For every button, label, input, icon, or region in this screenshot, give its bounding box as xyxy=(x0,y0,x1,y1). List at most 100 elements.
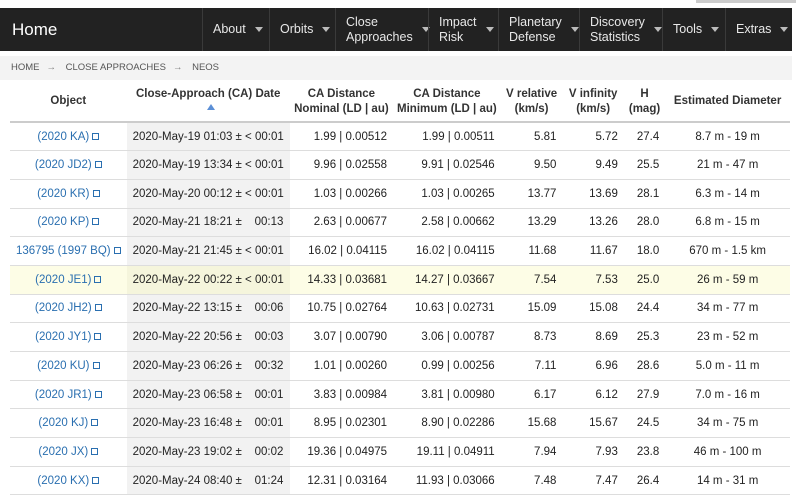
external-link-icon[interactable] xyxy=(92,132,100,140)
nav-extras-label: Extras xyxy=(736,22,772,36)
ca-nominal-cell: 1.99 | 0.00512 xyxy=(289,122,394,152)
v-relative-cell: 7.48 xyxy=(500,466,563,496)
diameter-cell: 5.0 m - 11 m xyxy=(665,351,790,381)
header-h[interactable]: H (mag) xyxy=(623,82,666,123)
external-link-icon[interactable] xyxy=(113,247,121,255)
breadcrumb-home[interactable]: HOME xyxy=(11,62,40,73)
ca-nominal-cell: 9.96 | 0.02558 xyxy=(289,150,394,180)
caret-down-icon xyxy=(780,27,789,32)
v-infinity-cell: 15.08 xyxy=(562,294,624,324)
home-link[interactable]: Home xyxy=(12,20,57,40)
h-mag-cell: 25.5 xyxy=(623,150,666,180)
object-link[interactable]: (2020 JE1) xyxy=(35,274,91,286)
object-link[interactable]: 136795 (1997 BQ) xyxy=(16,245,111,257)
object-link[interactable]: (2020 KR) xyxy=(37,188,89,200)
ca-minimum-cell: 9.91 | 0.02546 xyxy=(393,150,501,180)
h-mag-cell: 25.0 xyxy=(623,265,666,295)
ca-date-cell: 2020-May-22 13:15 ± 00:06 xyxy=(126,294,290,324)
object-cell: (2020 KP) xyxy=(10,208,127,238)
h-mag-cell: 28.0 xyxy=(623,208,666,238)
header-vinf[interactable]: V infinity (km/s) xyxy=(562,82,624,123)
object-link[interactable]: (2020 KX) xyxy=(37,475,89,487)
object-link[interactable]: (2020 JR1) xyxy=(35,389,92,401)
header-minimum[interactable]: CA Distance Minimum (LD | au) xyxy=(393,82,501,123)
ca-minimum-cell: 14.27 | 0.03667 xyxy=(393,265,501,295)
object-link[interactable]: (2020 KU) xyxy=(37,360,89,372)
caret-down-icon xyxy=(570,27,579,32)
nav-impact-risk[interactable]: Impact Risk xyxy=(428,8,498,51)
breadcrumb: HOME → CLOSE APPROACHES → NEOS xyxy=(0,56,792,80)
breadcrumb-arrow-icon: → xyxy=(46,62,57,73)
ca-minimum-cell: 11.93 | 0.03066 xyxy=(393,466,501,496)
table-row: (2020 KA) 2020-May-19 01:03 ± < 00:01 1.99… xyxy=(10,122,790,152)
nav-tools[interactable]: Tools xyxy=(662,8,725,51)
ca-date-cell: 2020-May-19 01:03 ± < 00:01 xyxy=(126,122,290,152)
v-relative-cell: 5.81 xyxy=(500,122,563,152)
ca-date-cell: 2020-May-24 08:40 ± 01:24 xyxy=(126,466,290,496)
h-mag-cell: 26.4 xyxy=(623,466,666,496)
breadcrumb-close-approaches[interactable]: CLOSE APPROACHES xyxy=(66,62,166,73)
header-diameter[interactable]: Estimated Diameter xyxy=(665,82,790,123)
diameter-cell: 670 m - 1.5 km xyxy=(665,236,790,266)
v-relative-cell: 15.09 xyxy=(500,294,563,324)
header-vrel[interactable]: V relative (km/s) xyxy=(500,82,563,123)
table-row: (2020 KJ) 2020-May-23 16:48 ± 00:01 8.95 |… xyxy=(10,408,790,439)
v-relative-cell: 8.73 xyxy=(500,322,563,352)
ca-date-cell: 2020-May-20 00:12 ± < 00:01 xyxy=(126,179,290,209)
diameter-cell: 6.3 m - 14 m xyxy=(665,179,790,209)
external-link-icon[interactable] xyxy=(94,161,102,169)
caret-down-icon xyxy=(485,27,494,32)
header-object[interactable]: Object xyxy=(10,82,127,123)
header-date[interactable]: Close-Approach (CA) Date xyxy=(126,82,290,123)
diameter-cell: 6.8 m - 15 m xyxy=(665,208,790,238)
external-link-icon[interactable] xyxy=(92,189,100,197)
external-link-icon[interactable] xyxy=(91,447,99,455)
ca-date-cell: 2020-May-22 20:56 ± 00:03 xyxy=(126,322,290,352)
object-cell: (2020 KR) xyxy=(10,179,127,209)
v-infinity-cell: 13.26 xyxy=(562,208,624,238)
nav-discovery-statistics[interactable]: Discovery Statistics xyxy=(579,8,662,51)
header-nominal[interactable]: CA Distance Nominal (LD | au) xyxy=(289,82,394,123)
table-row: (2020 JD2) 2020-May-19 13:34 ± < 00:01 9.9… xyxy=(10,150,790,180)
object-link[interactable]: (2020 JD2) xyxy=(35,159,92,171)
nav-orbits[interactable]: Orbits xyxy=(269,8,335,51)
ca-minimum-cell: 8.90 | 0.02286 xyxy=(393,408,501,439)
object-cell: (2020 KA) xyxy=(10,122,127,152)
v-infinity-cell: 7.53 xyxy=(562,265,624,295)
table-row: (2020 KU) 2020-May-23 06:26 ± 00:32 1.01 |… xyxy=(10,351,790,381)
v-infinity-cell: 13.69 xyxy=(562,179,624,209)
nav-extras[interactable]: Extras xyxy=(725,8,792,51)
object-cell: (2020 JY1) xyxy=(10,322,127,352)
object-link[interactable]: (2020 KJ) xyxy=(38,417,88,429)
h-mag-cell: 27.4 xyxy=(623,122,666,152)
h-mag-cell: 23.8 xyxy=(623,437,666,467)
v-infinity-cell: 15.67 xyxy=(562,408,624,439)
v-relative-cell: 15.68 xyxy=(500,408,563,439)
external-link-icon[interactable] xyxy=(94,275,102,283)
nav-close-approaches[interactable]: Close Approaches xyxy=(335,8,430,51)
object-link[interactable]: (2020 JY1) xyxy=(35,331,91,343)
object-link[interactable]: (2020 JX) xyxy=(38,446,88,458)
ca-date-cell: 2020-May-23 06:58 ± 00:01 xyxy=(126,380,290,410)
ca-minimum-cell: 10.63 | 0.02731 xyxy=(393,294,501,324)
object-link[interactable]: (2020 KA) xyxy=(37,131,89,143)
nav-about[interactable]: About xyxy=(202,8,269,51)
h-mag-cell: 28.6 xyxy=(623,351,666,381)
ca-date-cell: 2020-May-23 06:26 ± 00:32 xyxy=(126,351,290,381)
ca-nominal-cell: 3.07 | 0.00790 xyxy=(289,322,394,352)
ca-minimum-cell: 16.02 | 0.04115 xyxy=(393,236,501,266)
ca-date-cell: 2020-May-21 21:45 ± < 00:01 xyxy=(126,236,290,266)
object-link[interactable]: (2020 JH2) xyxy=(35,302,92,314)
object-link[interactable]: (2020 KP) xyxy=(37,216,89,228)
external-link-icon[interactable] xyxy=(92,218,100,226)
external-link-icon[interactable] xyxy=(94,390,102,398)
external-link-icon[interactable] xyxy=(91,419,99,427)
horizontal-scrollbar[interactable] xyxy=(696,0,796,3)
external-link-icon[interactable] xyxy=(94,333,102,341)
nav-planetary-defense[interactable]: Planetary Defense xyxy=(498,8,579,51)
external-link-icon[interactable] xyxy=(92,476,100,484)
object-cell: (2020 JH2) xyxy=(10,294,127,324)
external-link-icon[interactable] xyxy=(94,304,102,312)
v-infinity-cell: 11.67 xyxy=(562,236,624,266)
external-link-icon[interactable] xyxy=(92,361,100,369)
